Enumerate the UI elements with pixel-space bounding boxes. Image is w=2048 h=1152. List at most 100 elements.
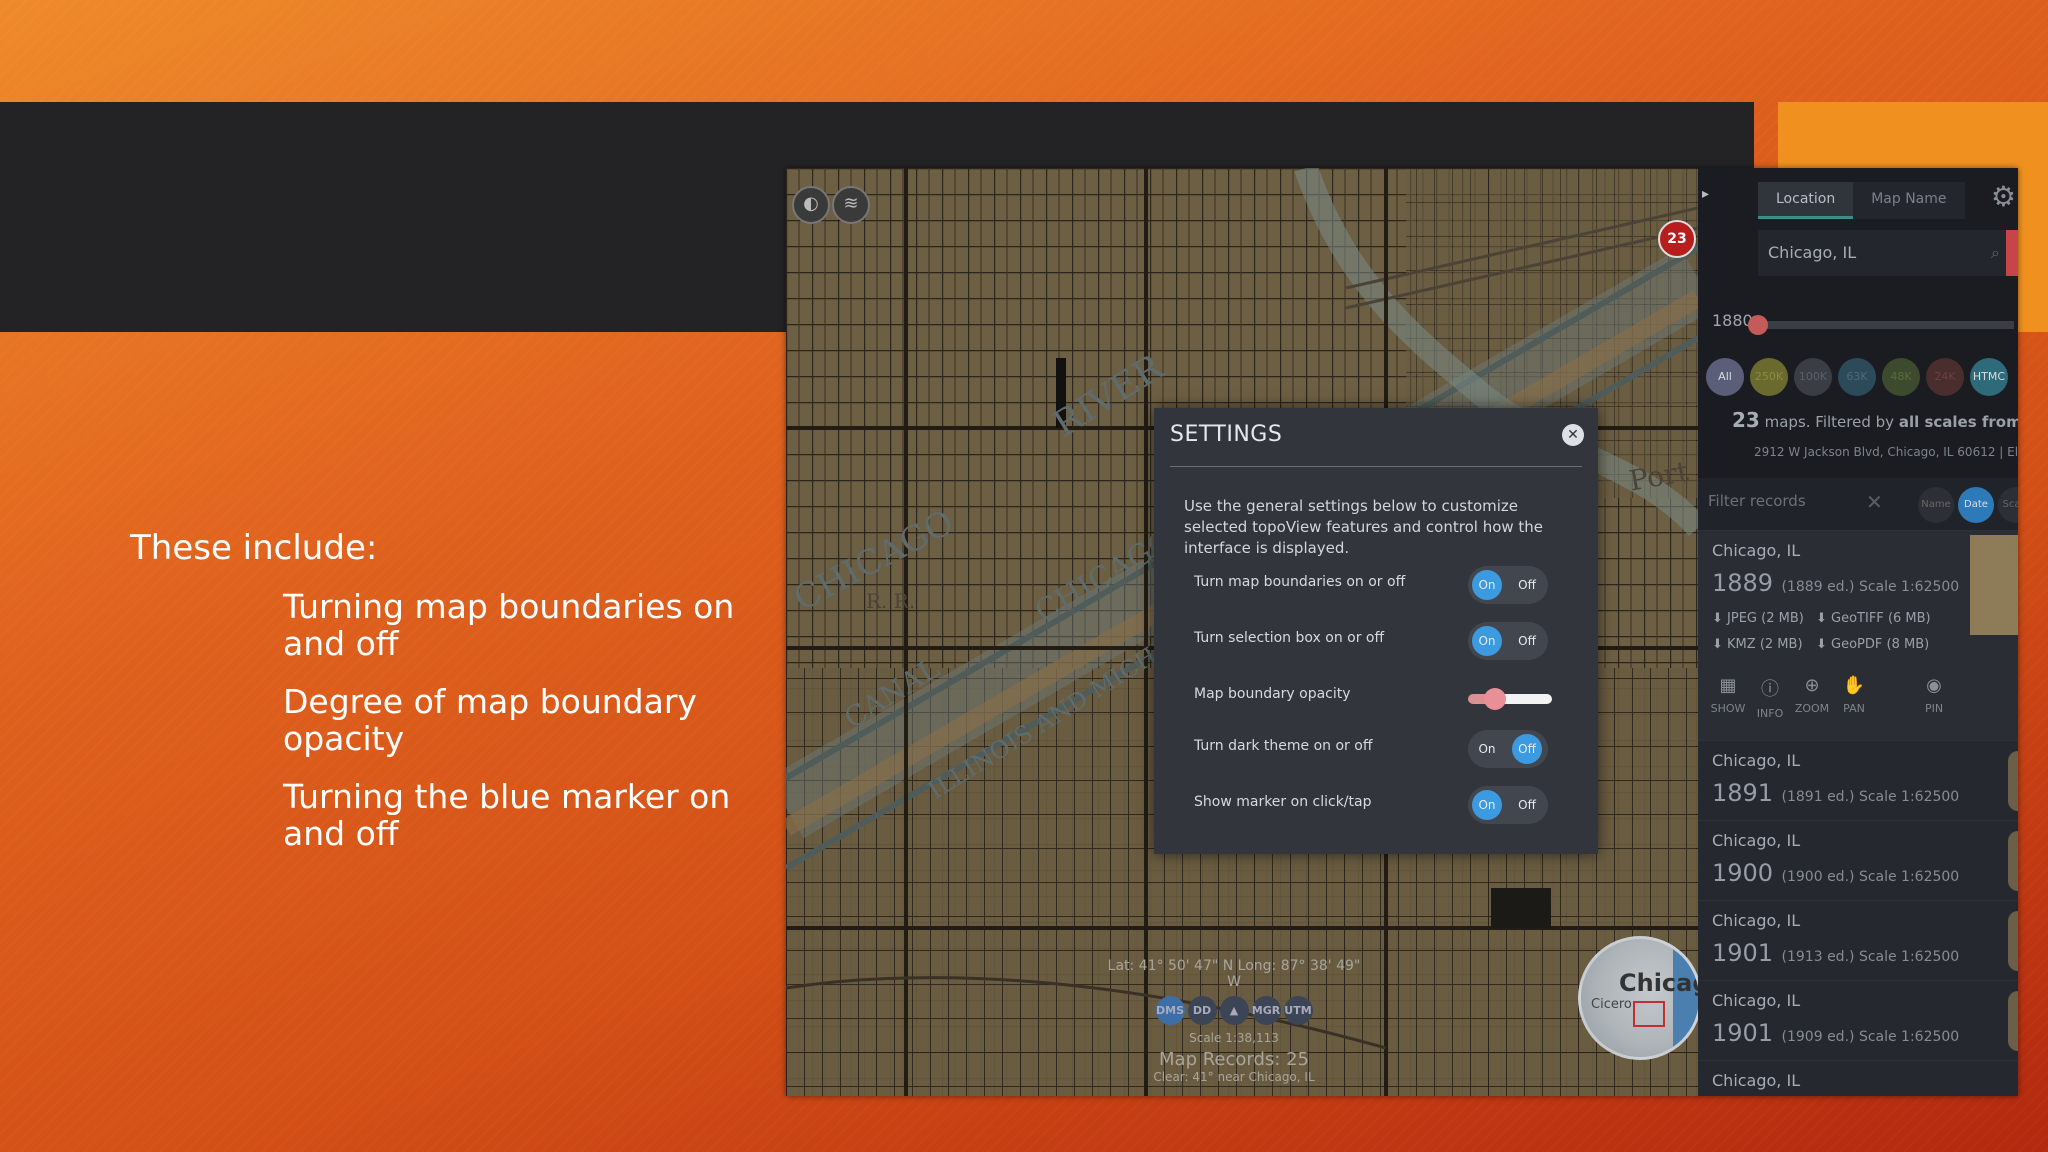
settings-intro: Use the general settings below to custom… (1184, 497, 1544, 557)
clear-filter-icon[interactable]: ✕ (1866, 490, 1883, 514)
minimap-label: Chicag (1619, 969, 1702, 997)
list-item[interactable]: Chicago, IL 1900 (1900 ed.) Scale 1:6250… (1698, 820, 2018, 901)
download-kmz-link[interactable]: ⬇ KMZ (2 MB) (1712, 637, 1803, 652)
download-geotiff-link[interactable]: ⬇ GeoTIFF (6 MB) (1816, 611, 1931, 626)
boundary-opacity-slider[interactable] (1468, 688, 1552, 710)
map-records: Map Records: 25 (1159, 1049, 1309, 1070)
toggle-on-option[interactable]: On (1472, 570, 1502, 600)
settings-title: SETTINGS (1170, 422, 1283, 447)
elevation-icon[interactable]: ▲ (1219, 996, 1249, 1025)
selection-box-toggle[interactable]: On Off (1468, 622, 1548, 660)
clear-location[interactable]: Clear: 41° near Chicago, IL (1104, 1070, 1364, 1084)
year-start-label: 1880 (1712, 311, 1753, 330)
show-button[interactable]: ▦ SHOW (1710, 675, 1746, 715)
record-year: 1901 (1712, 1019, 1774, 1047)
list-item[interactable]: Chicago, IL 1889 (1889 ed.) Scale 1:6250… (1698, 530, 2018, 741)
coord-format-mgr-button[interactable]: MGR (1251, 996, 1281, 1025)
app-screenshot: RIVER CHICAGO CHICAGO CANAL ILLINOIS AND… (786, 168, 2018, 1096)
show-marker-toggle[interactable]: On Off (1468, 786, 1548, 824)
coord-format-utm-button[interactable]: UTM (1283, 996, 1313, 1025)
pin-button[interactable]: ◉ PIN (1916, 675, 1952, 715)
overview-minimap[interactable]: Chicag Cicero (1578, 936, 1702, 1060)
sort-name-button[interactable]: Name (1918, 487, 1954, 523)
record-thumbnail[interactable] (2008, 831, 2018, 891)
record-edition: (1909 ed.) (1781, 1029, 1855, 1045)
settings-dialog: SETTINGS ✕ Use the general settings belo… (1154, 408, 1598, 854)
scale-63k-button[interactable]: 63K (1838, 358, 1876, 396)
list-item[interactable]: Chicago, IL 1901 (1913 ed.) Scale 1:6250… (1698, 900, 2018, 981)
tab-map-name[interactable]: Map Name (1853, 182, 1965, 219)
year-range-slider[interactable] (1748, 315, 2014, 335)
info-button[interactable]: ⓘ INFO (1752, 675, 1788, 720)
record-thumbnail[interactable] (2008, 751, 2018, 811)
results-count: 23 (1732, 408, 1760, 432)
record-thumbnail[interactable] (2008, 911, 2018, 971)
sort-scale-button[interactable]: Scale (1998, 487, 2018, 523)
pan-button[interactable]: ✋ PAN (1836, 675, 1872, 715)
results-address: 2912 W Jackson Blvd, Chicago, IL 60612 |… (1754, 445, 2018, 459)
toggle-off-option[interactable]: Off (1512, 790, 1542, 820)
record-edition: (1913 ed.) (1781, 949, 1855, 965)
record-scale: Scale 1:62500 (1858, 869, 1960, 885)
coord-format-buttons: DMS DD ▲ MGR UTM (1104, 996, 1364, 1025)
tab-location[interactable]: Location (1758, 182, 1854, 219)
coord-format-dd-button[interactable]: DD (1187, 996, 1217, 1025)
record-title: Chicago, IL (1712, 751, 1801, 770)
scale-100k-button[interactable]: 100K (1794, 358, 1832, 396)
collapse-sidebar-icon[interactable]: ▸ (1702, 186, 1709, 202)
map-count-badge[interactable]: 23 (1658, 220, 1696, 258)
list-item[interactable]: Chicago, IL (1698, 1060, 2018, 1096)
close-icon[interactable]: ✕ (1562, 424, 1584, 446)
record-details: 1900 (1900 ed.) Scale 1:62500 (1712, 859, 1959, 887)
list-item[interactable]: Chicago, IL 1891 (1891 ed.) Scale 1:6250… (1698, 740, 2018, 821)
record-scale: Scale 1:62500 (1858, 579, 1960, 595)
download-geopdf-link[interactable]: ⬇ GeoPDF (8 MB) (1816, 637, 1929, 652)
slide-body: These include: Turning map boundaries on… (130, 528, 750, 873)
bullet-item: Turning the blue marker on and off (283, 777, 731, 853)
bullet-item: Degree of map boundary opacity (283, 682, 697, 758)
record-scale: Scale 1:62500 (1858, 789, 1960, 805)
year-slider-handle[interactable] (1748, 315, 1768, 335)
search-icon[interactable]: ⌕ (1991, 230, 2000, 276)
toggle-on-option[interactable]: On (1472, 734, 1502, 764)
scale-24k-button[interactable]: 24K (1926, 358, 1964, 396)
record-details: 1901 (1909 ed.) Scale 1:62500 (1712, 1019, 1959, 1047)
list-item[interactable]: Chicago, IL 1901 (1909 ed.) Scale 1:6250… (1698, 980, 2018, 1061)
scale-250k-button[interactable]: 250K (1750, 358, 1788, 396)
gear-icon[interactable]: ⚙ (1991, 180, 2016, 213)
record-thumbnail[interactable] (1970, 535, 2018, 635)
zoom-button[interactable]: ⊕ ZOOM (1794, 675, 1830, 715)
toggle-off-option[interactable]: Off (1512, 734, 1542, 764)
layers-icon[interactable]: ≋ (832, 186, 870, 224)
sort-date-button[interactable]: Date (1958, 487, 1994, 523)
bullet-item: Turning map boundaries on and off (283, 587, 735, 663)
record-scale: Scale 1:62500 (1858, 1029, 1960, 1045)
record-scale: Scale 1:62500 (1858, 949, 1960, 965)
slider-handle[interactable] (1484, 688, 1506, 710)
toggle-on-option[interactable]: On (1472, 626, 1502, 656)
basemap-toggle-icon[interactable]: ◐ (792, 186, 830, 224)
dark-theme-toggle[interactable]: On Off (1468, 730, 1548, 768)
setting-label-selection-box: Turn selection box on or off (1194, 630, 1385, 646)
search-go-button[interactable] (2006, 230, 2018, 276)
record-edition: (1889 ed.) (1781, 579, 1855, 595)
toggle-on-option[interactable]: On (1472, 790, 1502, 820)
scale-htmc-button[interactable]: HTMC (1970, 358, 2008, 396)
divider (1170, 466, 1582, 467)
scale-all-button[interactable]: All (1706, 358, 1744, 396)
toggle-off-option[interactable]: Off (1512, 570, 1542, 600)
location-search-input[interactable]: Chicago, IL ⌕ (1758, 230, 2012, 276)
coordinate-panel: Lat: 41° 50' 47" N Long: 87° 38' 49" W D… (1104, 958, 1364, 1084)
filter-records-input[interactable]: Filter records (1708, 492, 1806, 510)
scale-filter-buttons: All 250K 100K 63K 48K 24K HTMC (1706, 358, 2008, 396)
toggle-off-option[interactable]: Off (1512, 626, 1542, 656)
info-icon: ⓘ (1761, 679, 1779, 700)
map-icon: ▦ (1719, 675, 1737, 696)
map-boundaries-toggle[interactable]: On Off (1468, 566, 1548, 604)
record-thumbnail[interactable] (2008, 991, 2018, 1051)
search-tabs: Location Map Name (1758, 182, 1965, 219)
coord-format-dms-button[interactable]: DMS (1155, 996, 1185, 1025)
download-jpeg-link[interactable]: ⬇ JPEG (2 MB) (1712, 611, 1804, 626)
record-year: 1891 (1712, 779, 1774, 807)
scale-48k-button[interactable]: 48K (1882, 358, 1920, 396)
